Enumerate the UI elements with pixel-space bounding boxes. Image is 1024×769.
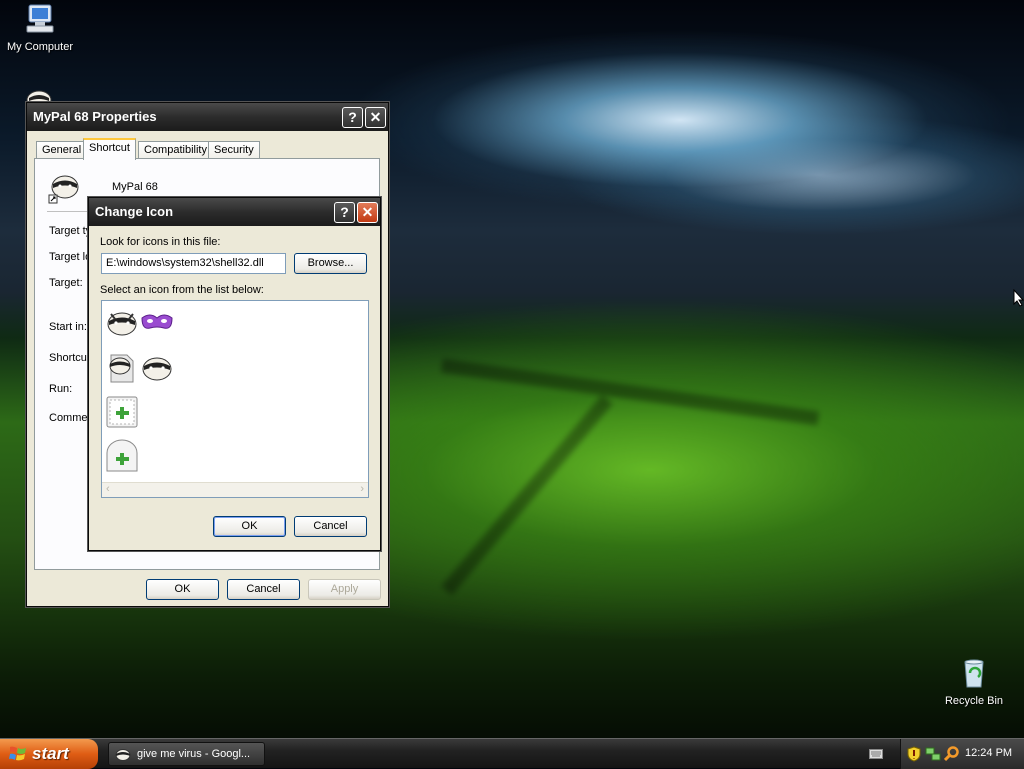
cancel-button[interactable]: Cancel: [227, 579, 300, 600]
recycle-bin-icon: [964, 659, 984, 688]
field-label-run: Run:: [49, 383, 73, 395]
horizontal-scrollbar[interactable]: ‹ ›: [102, 482, 368, 497]
network-icon[interactable]: [925, 746, 941, 762]
apply-button[interactable]: Apply: [308, 579, 381, 600]
field-label-start-in: Start in:: [49, 321, 87, 333]
file-path-input[interactable]: E:\windows\system32\shell32.dll: [101, 253, 286, 274]
tab-general[interactable]: General: [36, 141, 88, 159]
add-page-icon[interactable]: [105, 395, 139, 429]
app-name: MyPal 68: [112, 181, 158, 193]
taskbar: start give me virus - Googl... 12:24 PM: [0, 738, 1024, 769]
wallpaper-stripe: [440, 358, 820, 426]
cancel-button[interactable]: Cancel: [294, 516, 367, 537]
field-label-shortcut-key: Shortcu: [49, 352, 87, 364]
properties-titlebar[interactable]: MyPal 68 Properties ? ✕: [27, 103, 388, 131]
window-title: MyPal 68 Properties: [33, 109, 157, 124]
select-icon-label: Select an icon from the list below:: [100, 284, 264, 296]
raccoon-icon-2[interactable]: [140, 351, 174, 385]
close-button[interactable]: ✕: [365, 107, 386, 128]
taskbar-item[interactable]: give me virus - Googl...: [108, 742, 265, 766]
desktop-icon-label: My Computer: [6, 41, 74, 53]
windows-logo-icon: [9, 746, 26, 761]
scroll-right-icon[interactable]: ›: [360, 483, 364, 495]
desktop-icon-label: Recycle Bin: [944, 695, 1004, 707]
taskbar-item-label: give me virus - Googl...: [137, 748, 251, 760]
security-shield-icon[interactable]: [907, 746, 921, 762]
add-profile-icon[interactable]: [105, 439, 139, 473]
raccoon-document-icon[interactable]: [105, 351, 139, 385]
field-label-target-type: Target ty: [49, 225, 92, 237]
tab-shortcut[interactable]: Shortcut: [83, 138, 136, 160]
start-button[interactable]: start: [0, 739, 98, 769]
change-icon-titlebar[interactable]: Change Icon ? ✕: [89, 198, 380, 226]
app-icon: [48, 175, 79, 204]
raccoon-icon: [115, 749, 131, 761]
help-button[interactable]: ?: [334, 202, 355, 223]
tab-security[interactable]: Security: [208, 141, 260, 159]
keyboard-icon[interactable]: [869, 748, 883, 760]
mask-icon[interactable]: [140, 306, 174, 340]
field-label-comment: Commer: [49, 412, 92, 424]
help-button[interactable]: ?: [342, 107, 363, 128]
change-icon-dialog: Change Icon ? ✕ Look for icons in this f…: [88, 197, 381, 551]
start-label: start: [32, 744, 69, 763]
look-for-label: Look for icons in this file:: [100, 236, 221, 248]
system-tray: 12:24 PM: [900, 739, 1024, 769]
close-button[interactable]: ✕: [357, 202, 378, 223]
wallpaper-stripe: [441, 394, 613, 596]
desktop-icon-recycle-bin[interactable]: Recycle Bin: [934, 656, 1014, 707]
clock[interactable]: 12:24 PM: [965, 747, 1012, 759]
icon-list[interactable]: ‹ ›: [101, 300, 369, 498]
search-icon[interactable]: [944, 746, 960, 762]
ok-button[interactable]: OK: [146, 579, 219, 600]
field-label-target-location: Target lo: [49, 251, 92, 263]
my-computer-icon: [26, 4, 54, 33]
scroll-left-icon[interactable]: ‹: [106, 483, 110, 495]
tab-compatibility[interactable]: Compatibility: [138, 141, 213, 159]
dialog-title: Change Icon: [95, 204, 174, 219]
browse-button[interactable]: Browse...: [294, 253, 367, 274]
ok-button[interactable]: OK: [213, 516, 286, 537]
desktop-icon-my-computer[interactable]: My Computer: [0, 2, 80, 53]
raccoon-icon[interactable]: [105, 306, 139, 340]
field-label-target: Target:: [49, 277, 83, 289]
mouse-cursor-icon: [1013, 289, 1024, 307]
